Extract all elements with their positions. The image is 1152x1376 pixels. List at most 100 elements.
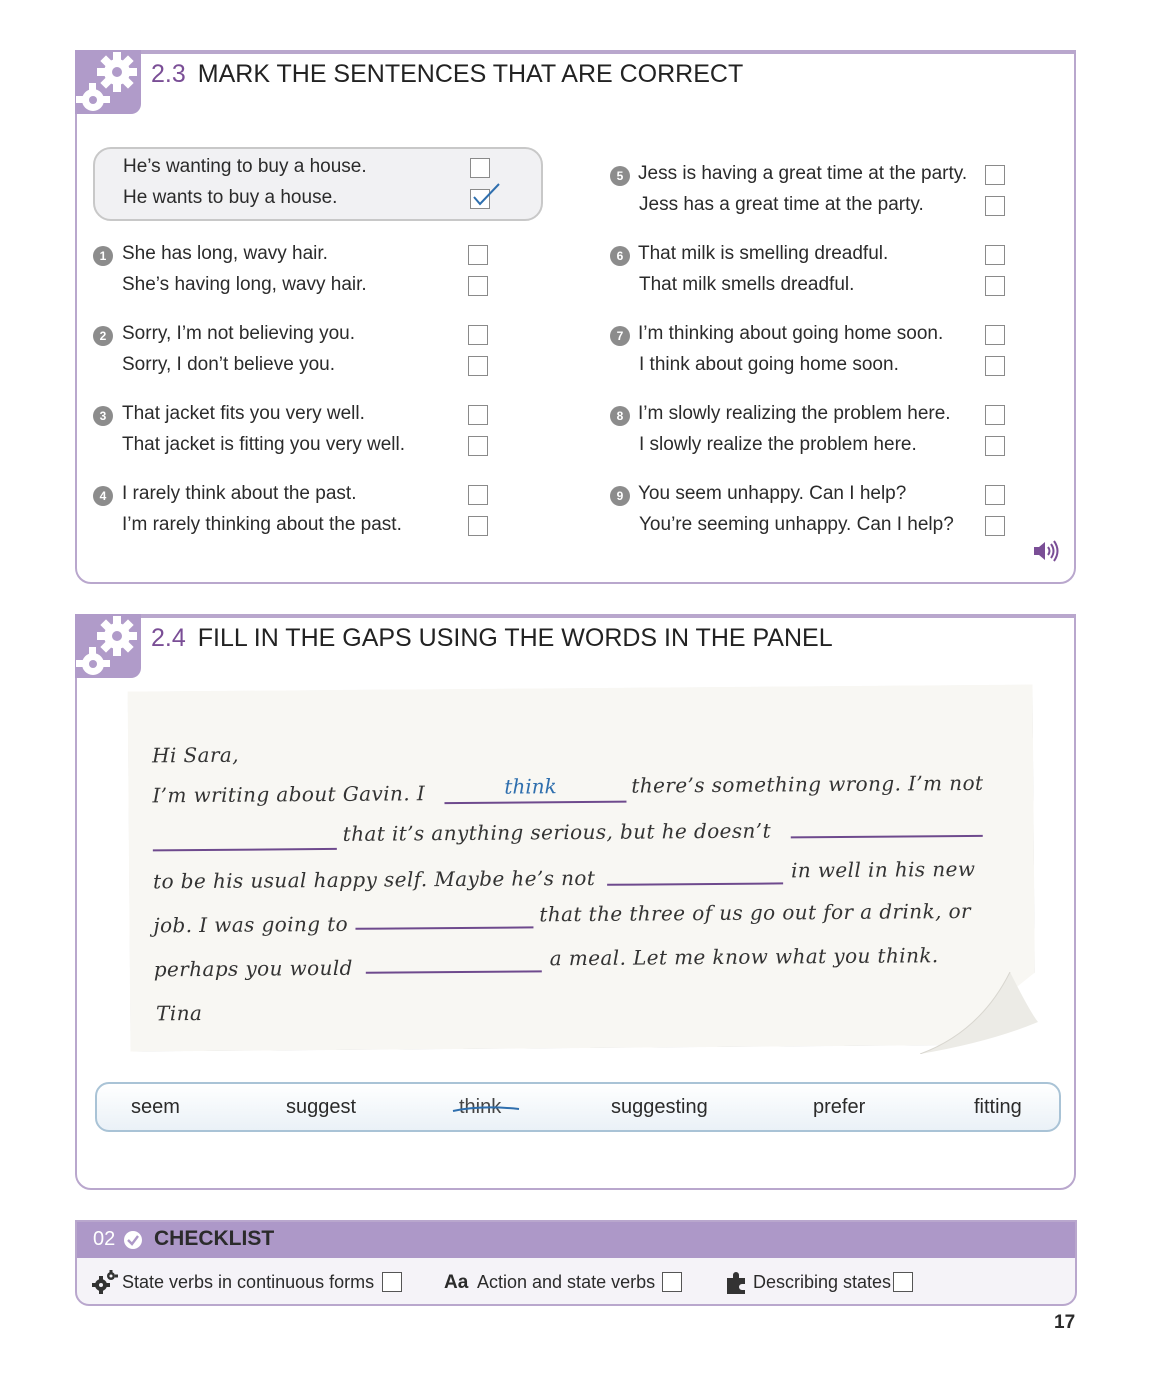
checklist-checkbox[interactable] bbox=[893, 1272, 913, 1292]
item-number-7: 7 bbox=[610, 326, 630, 346]
exercise-2-3-panel: 2.3 MARK THE SENTENCES THAT ARE CORRECT H… bbox=[75, 50, 1076, 584]
puzzle-icon bbox=[725, 1270, 749, 1299]
exercise-heading: FILL IN THE GAPS USING THE WORDS IN THE … bbox=[197, 624, 833, 652]
item-6-sentence-b: That milk smells dreadful. bbox=[639, 274, 855, 295]
note-line-1a: I’m writing about Gavin. I bbox=[152, 781, 426, 808]
item-8-checkbox-a[interactable] bbox=[985, 405, 1005, 425]
gears-icon bbox=[75, 614, 141, 678]
exercise-number: 2.3 bbox=[151, 60, 186, 88]
item-8-checkbox-b[interactable] bbox=[985, 436, 1005, 456]
panel-top-border bbox=[75, 50, 1076, 54]
item-1-sentence-a: She has long, wavy hair. bbox=[122, 243, 328, 264]
checklist-checkbox[interactable] bbox=[382, 1272, 402, 1292]
word-bank-item[interactable]: prefer bbox=[813, 1096, 865, 1119]
item-number-8: 8 bbox=[610, 406, 630, 426]
item-1-sentence-b: She’s having long, wavy hair. bbox=[122, 274, 367, 295]
item-5-sentence-a: Jess is having a great time at the party… bbox=[638, 163, 968, 184]
checklist-header: 02 CHECKLIST bbox=[77, 1222, 1075, 1258]
item-8-sentence-b: I slowly realize the problem here. bbox=[639, 434, 917, 455]
checklist-item-label: Action and state verbs bbox=[477, 1272, 656, 1292]
item-2-sentence-a: Sorry, I’m not believing you. bbox=[122, 323, 356, 344]
exercise-title: 2.4 FILL IN THE GAPS USING THE WORDS IN T… bbox=[151, 624, 833, 653]
item-2-checkbox-a[interactable] bbox=[468, 325, 488, 345]
item-9-sentence-b: You’re seeming unhappy. Can I help? bbox=[639, 514, 954, 535]
word-bank-item-crossed[interactable]: think bbox=[452, 1096, 520, 1119]
item-2-checkbox-b[interactable] bbox=[468, 356, 488, 376]
aa-icon: Aa bbox=[444, 1272, 469, 1293]
word-bank-item[interactable]: suggest bbox=[286, 1096, 356, 1119]
item-5-sentence-b: Jess has a great time at the party. bbox=[639, 194, 924, 215]
note-line-5b: a meal. Let me know what you think. bbox=[549, 943, 939, 971]
item-4-sentence-b: I’m rarely thinking about the past. bbox=[122, 514, 402, 535]
strikethrough-mark bbox=[452, 1106, 520, 1112]
checklist-item-label: Describing states bbox=[753, 1272, 892, 1292]
handwritten-note: Hi Sara, I’m writing about Gavin. I thin… bbox=[128, 684, 1036, 1051]
example-checkbox-b-checked[interactable] bbox=[470, 183, 500, 209]
audio-speaker-icon[interactable] bbox=[1032, 539, 1060, 568]
page-number: 17 bbox=[1054, 1312, 1076, 1333]
item-7-sentence-a: I’m thinking about going home soon. bbox=[638, 323, 944, 344]
item-6-sentence-a: That milk is smelling dreadful. bbox=[638, 243, 889, 264]
item-7-checkbox-a[interactable] bbox=[985, 325, 1005, 345]
item-number-4: 4 bbox=[93, 486, 113, 506]
checklist-item-label: State verbs in continuous forms bbox=[122, 1272, 375, 1292]
note-line-2a: that it’s anything serious, but he doesn… bbox=[342, 818, 772, 846]
word-bank-item[interactable]: seem bbox=[131, 1096, 180, 1119]
example-sentence-a: He’s wanting to buy a house. bbox=[123, 156, 367, 177]
item-1-checkbox-b[interactable] bbox=[468, 276, 488, 296]
item-number-1: 1 bbox=[93, 246, 113, 266]
item-number-2: 2 bbox=[93, 326, 113, 346]
item-7-sentence-b: I think about going home soon. bbox=[639, 354, 899, 375]
item-1-checkbox-a[interactable] bbox=[468, 245, 488, 265]
item-4-checkbox-a[interactable] bbox=[468, 485, 488, 505]
gap-4[interactable] bbox=[607, 882, 783, 885]
note-line-5a: perhaps you would bbox=[153, 955, 353, 982]
item-4-checkbox-b[interactable] bbox=[468, 516, 488, 536]
note-line-3b: in well in his new bbox=[790, 856, 976, 883]
gap-1-answered[interactable] bbox=[444, 801, 626, 804]
note-line-4b: that the three of us go out for a drink,… bbox=[539, 898, 972, 927]
example-checkbox-a[interactable] bbox=[470, 158, 490, 178]
item-5-checkbox-b[interactable] bbox=[985, 196, 1005, 216]
checklist-number: 02 bbox=[93, 1228, 116, 1250]
item-2-sentence-b: Sorry, I don’t believe you. bbox=[122, 354, 335, 375]
gears-icon bbox=[92, 1270, 118, 1299]
note-greeting: Hi Sara, bbox=[152, 742, 240, 768]
gap-6[interactable] bbox=[366, 970, 542, 973]
gears-icon bbox=[75, 50, 141, 114]
note-signoff: Tina bbox=[156, 1000, 203, 1026]
item-6-checkbox-b[interactable] bbox=[985, 276, 1005, 296]
item-number-9: 9 bbox=[610, 486, 630, 506]
item-7-checkbox-b[interactable] bbox=[985, 356, 1005, 376]
item-5-checkbox-a[interactable] bbox=[985, 165, 1005, 185]
checklist-panel: 02 CHECKLIST State verbs in continuous f… bbox=[75, 1220, 1077, 1306]
exercise-title: 2.3 MARK THE SENTENCES THAT ARE CORRECT bbox=[151, 60, 743, 89]
word-bank-panel: seem suggest think suggesting prefer fit… bbox=[95, 1082, 1061, 1132]
word-bank-item[interactable]: fitting bbox=[974, 1096, 1022, 1119]
checklist-checkbox[interactable] bbox=[662, 1272, 682, 1292]
item-3-sentence-a: That jacket fits you very well. bbox=[122, 403, 365, 424]
item-3-checkbox-a[interactable] bbox=[468, 405, 488, 425]
checkmark-icon bbox=[473, 183, 500, 206]
example-box: He’s wanting to buy a house. He wants to… bbox=[93, 147, 543, 221]
gap-1-answer: think bbox=[504, 774, 557, 799]
item-8-sentence-a: I’m slowly realizing the problem here. bbox=[638, 403, 951, 424]
example-sentence-b: He wants to buy a house. bbox=[123, 187, 338, 208]
gap-5[interactable] bbox=[355, 926, 533, 929]
item-9-checkbox-a[interactable] bbox=[985, 485, 1005, 505]
item-3-checkbox-b[interactable] bbox=[468, 436, 488, 456]
panel-top-border bbox=[75, 614, 1076, 618]
item-3-sentence-b: That jacket is fitting you very well. bbox=[122, 434, 405, 455]
item-number-3: 3 bbox=[93, 406, 113, 426]
item-9-sentence-a: You seem unhappy. Can I help? bbox=[638, 483, 907, 504]
item-6-checkbox-a[interactable] bbox=[985, 245, 1005, 265]
gap-2[interactable] bbox=[153, 848, 337, 851]
word-bank-item[interactable]: suggesting bbox=[611, 1096, 708, 1119]
exercise-number: 2.4 bbox=[151, 624, 186, 652]
exercise-2-4-panel: 2.4 FILL IN THE GAPS USING THE WORDS IN T… bbox=[75, 614, 1076, 1190]
item-9-checkbox-b[interactable] bbox=[985, 516, 1005, 536]
note-line-3a: to be his usual happy self. Maybe he’s n… bbox=[152, 865, 596, 894]
note-line-1b: there’s something wrong. I’m not bbox=[631, 770, 984, 798]
item-number-5: 5 bbox=[610, 166, 630, 186]
gap-3[interactable] bbox=[791, 835, 983, 839]
